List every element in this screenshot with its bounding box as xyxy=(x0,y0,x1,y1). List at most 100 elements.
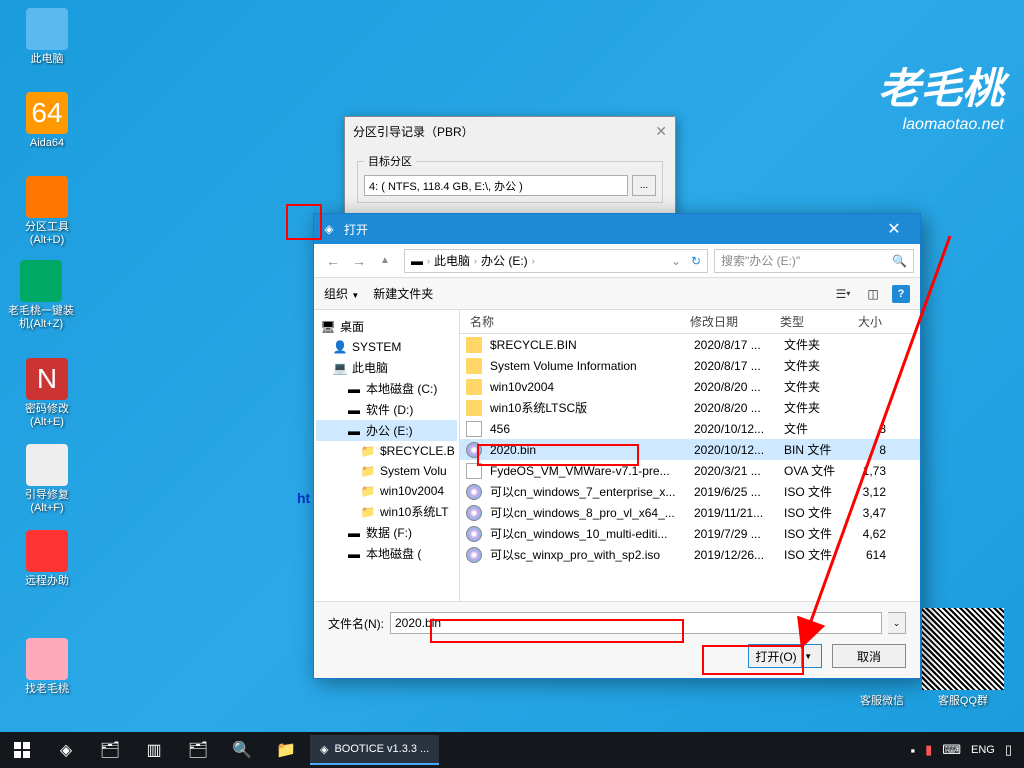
file-type: ISO 文件 xyxy=(780,483,850,500)
desktop-icon[interactable]: 引导修复(Alt+F) xyxy=(12,444,82,515)
file-icon xyxy=(466,463,482,479)
qr-main-label: 客服QQ群 xyxy=(922,692,1004,708)
tree-item[interactable]: 👤SYSTEM xyxy=(316,337,457,357)
taskbar-app-bootice[interactable]: ◈ BOOTICE v1.3.3 ... xyxy=(310,735,439,765)
filename-input[interactable] xyxy=(390,612,882,634)
refresh-icon[interactable]: ↻ xyxy=(691,254,701,268)
desktop-icon[interactable]: N密码修改(Alt+E) xyxy=(12,358,82,429)
desktop-icon[interactable]: 远程办助 xyxy=(12,530,82,588)
tree-item[interactable]: ▬办公 (E:) xyxy=(316,420,457,441)
tray-icon[interactable]: ▪ xyxy=(910,743,915,758)
tree-item[interactable]: ▬数据 (F:) xyxy=(316,522,457,543)
desktop-icon[interactable]: 此电脑 xyxy=(12,8,82,66)
file-list: 名称 修改日期 类型 大小 $RECYCLE.BIN2020/8/17 ...文… xyxy=(460,310,920,601)
close-icon[interactable]: ✕ xyxy=(874,214,914,244)
tree-item-label: 本地磁盘 ( xyxy=(366,545,421,562)
tray-icon[interactable]: ▮ xyxy=(925,742,932,758)
nav-up-icon[interactable]: ▲ xyxy=(372,249,398,273)
app-icon: ◈ xyxy=(320,743,328,756)
file-row[interactable]: FydeOS_VM_VMWare-v7.1-pre...2020/3/21 ..… xyxy=(460,460,920,481)
organize-menu[interactable]: 组织 ▼ xyxy=(324,285,359,302)
col-name[interactable]: 名称 xyxy=(466,313,686,330)
file-type: OVA 文件 xyxy=(780,462,850,479)
qr-code-image xyxy=(922,608,1004,690)
file-type: 文件夹 xyxy=(780,336,850,353)
breadcrumb-seg[interactable]: 此电脑 xyxy=(434,252,470,269)
breadcrumb-seg[interactable]: 办公 (E:) xyxy=(481,252,528,269)
dialog-bottom: 文件名(N): ⌄ 打开(O) ▼ 取消 xyxy=(314,601,920,678)
preview-pane-icon[interactable]: ◫ xyxy=(862,283,884,305)
file-row[interactable]: 可以sc_winxp_pro_with_sp2.iso2019/12/26...… xyxy=(460,544,920,565)
search-icon: 🔍 xyxy=(892,254,907,268)
watermark-url: laomaotao.net xyxy=(878,116,1004,134)
dialog-nav: ← → ▲ ▬ › 此电脑 › 办公 (E:) › ⌄ ↻ 搜索"办公 (E:)… xyxy=(314,244,920,278)
file-row[interactable]: System Volume Information2020/8/17 ...文件… xyxy=(460,355,920,376)
file-row[interactable]: win10系统LTSC版2020/8/20 ...文件夹 xyxy=(460,397,920,418)
tree-item[interactable]: ▬本地磁盘 ( xyxy=(316,543,457,564)
filename-label: 文件名(N): xyxy=(328,615,384,632)
open-button-dropdown-icon[interactable]: ▼ xyxy=(801,645,815,667)
filetype-dropdown[interactable]: ⌄ xyxy=(888,612,906,634)
view-icon[interactable]: ☰ ▾ xyxy=(832,283,854,305)
newfolder-button[interactable]: 新建文件夹 xyxy=(373,285,433,302)
file-date: 2020/8/17 ... xyxy=(690,359,780,373)
close-icon[interactable]: ✕ xyxy=(655,123,667,140)
start-button[interactable] xyxy=(0,732,44,768)
file-row[interactable]: $RECYCLE.BIN2020/8/17 ...文件夹 xyxy=(460,334,920,355)
breadcrumb-dropdown-icon[interactable]: ⌄ xyxy=(671,254,681,268)
tray-icon[interactable]: ▯ xyxy=(1005,742,1012,758)
taskbar-icon[interactable]: ◈ xyxy=(44,732,88,768)
file-row[interactable]: 可以cn_windows_8_pro_vl_x64_...2019/11/21.… xyxy=(460,502,920,523)
open-dialog: ◈ 打开 ✕ ← → ▲ ▬ › 此电脑 › 办公 (E:) › ⌄ ↻ 搜索"… xyxy=(313,213,921,679)
tree-item[interactable]: ▬本地磁盘 (C:) xyxy=(316,378,457,399)
desktop-icon[interactable]: 分区工具(Alt+D) xyxy=(12,176,82,247)
pbr-target-input[interactable] xyxy=(364,175,628,196)
desktop-icon[interactable]: 找老毛桃 xyxy=(12,638,82,696)
file-type: ISO 文件 xyxy=(780,525,850,542)
nav-back-icon[interactable]: ← xyxy=(320,249,346,273)
taskbar-icon[interactable]: 🗂 xyxy=(176,732,220,768)
file-date: 2019/11/21... xyxy=(690,506,780,520)
file-row[interactable]: 可以cn_windows_10_multi-editi...2019/7/29 … xyxy=(460,523,920,544)
tree-item[interactable]: 📁System Volu xyxy=(316,461,457,481)
pbr-titlebar[interactable]: 分区引导记录（PBR） ✕ xyxy=(345,117,675,145)
taskbar-icon[interactable]: 🔍 xyxy=(220,732,264,768)
tree-item[interactable]: 📁win10系统LT xyxy=(316,501,457,522)
tree-item[interactable]: ▬软件 (D:) xyxy=(316,399,457,420)
file-row[interactable]: 可以cn_windows_7_enterprise_x...2019/6/25 … xyxy=(460,481,920,502)
folder-icon xyxy=(466,400,482,416)
taskbar-icon[interactable]: 🗂 xyxy=(88,732,132,768)
file-row[interactable]: 2020.bin2020/10/12...BIN 文件8 xyxy=(460,439,920,460)
col-type[interactable]: 类型 xyxy=(776,313,846,330)
file-row[interactable]: win10v20042020/8/20 ...文件夹 xyxy=(460,376,920,397)
taskbar-icon[interactable]: ▥ xyxy=(132,732,176,768)
cancel-button[interactable]: 取消 xyxy=(832,644,906,668)
folder-tree[interactable]: 🖥桌面👤SYSTEM💻此电脑▬本地磁盘 (C:)▬软件 (D:)▬办公 (E:)… xyxy=(314,310,460,601)
desktop-icon-label: 远程办助 xyxy=(12,575,82,588)
tree-item[interactable]: 💻此电脑 xyxy=(316,357,457,378)
open-button[interactable]: 打开(O) ▼ xyxy=(748,644,822,668)
desktop-icon[interactable]: 64Aida64 xyxy=(12,92,82,150)
help-icon[interactable]: ? xyxy=(892,285,910,303)
disc-icon xyxy=(466,484,482,500)
tray-lang[interactable]: ENG xyxy=(971,744,995,756)
tree-item[interactable]: 📁win10v2004 xyxy=(316,481,457,501)
breadcrumb[interactable]: ▬ › 此电脑 › 办公 (E:) › ⌄ ↻ xyxy=(404,249,708,273)
col-size[interactable]: 大小 xyxy=(846,313,886,330)
search-input[interactable]: 搜索"办公 (E:)" 🔍 xyxy=(714,249,914,273)
col-date[interactable]: 修改日期 xyxy=(686,313,776,330)
file-list-header[interactable]: 名称 修改日期 类型 大小 xyxy=(460,310,920,334)
file-name: 可以cn_windows_10_multi-editi... xyxy=(486,525,690,542)
file-row[interactable]: 4562020/10/12...文件8 xyxy=(460,418,920,439)
file-explorer-icon[interactable]: 📁 xyxy=(264,732,308,768)
nav-fwd-icon[interactable]: → xyxy=(346,249,372,273)
system-tray: ▪ ▮ ⌨ ENG ▯ xyxy=(910,742,1024,758)
desktop-icon[interactable]: 老毛桃一键装机(Alt+Z) xyxy=(6,260,76,331)
drive-icon: ▬ xyxy=(346,525,362,541)
desktop-icon-label: 密码修改(Alt+E) xyxy=(12,403,82,429)
tree-item[interactable]: 🖥桌面 xyxy=(316,316,457,337)
tree-item[interactable]: 📁$RECYCLE.B xyxy=(316,441,457,461)
keyboard-icon[interactable]: ⌨ xyxy=(942,742,961,758)
pbr-target-browse[interactable]: ... xyxy=(632,175,656,196)
dialog-titlebar[interactable]: ◈ 打开 ✕ xyxy=(314,214,920,244)
